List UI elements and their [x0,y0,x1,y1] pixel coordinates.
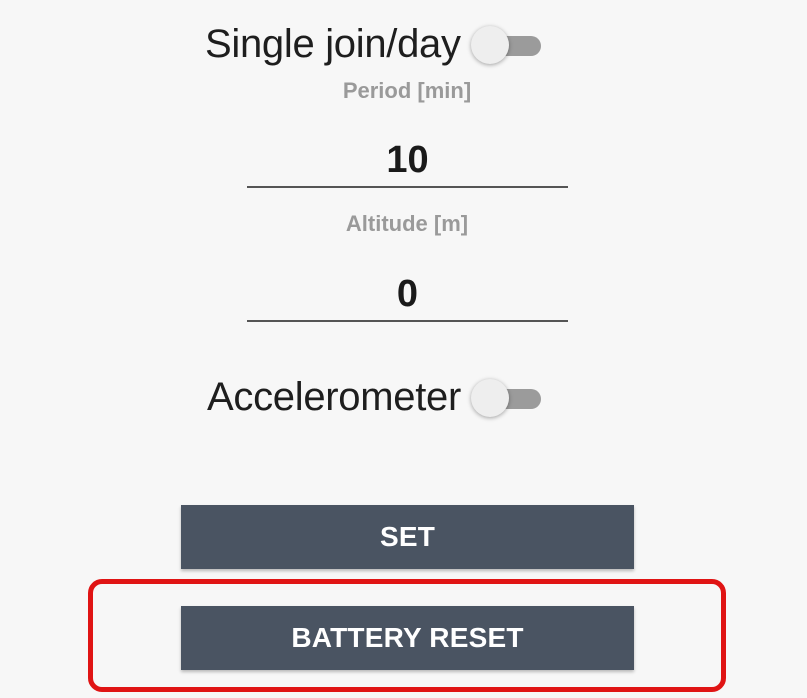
altitude-input[interactable] [247,268,568,322]
single-join-label: Single join/day [205,22,461,66]
single-join-switch[interactable] [467,23,545,67]
switch-thumb [470,25,509,64]
accelerometer-row: Accelerometer [207,375,545,420]
accelerometer-label: Accelerometer [207,375,461,419]
switch-thumb [470,378,509,417]
single-join-row: Single join/day [205,22,545,67]
battery-reset-button[interactable]: BATTERY RESET [181,606,634,670]
accelerometer-switch[interactable] [467,376,545,420]
period-input[interactable] [247,134,568,188]
period-label: Period [min] [342,78,472,103]
altitude-label: Altitude [m] [345,211,469,236]
set-button[interactable]: SET [181,505,634,569]
